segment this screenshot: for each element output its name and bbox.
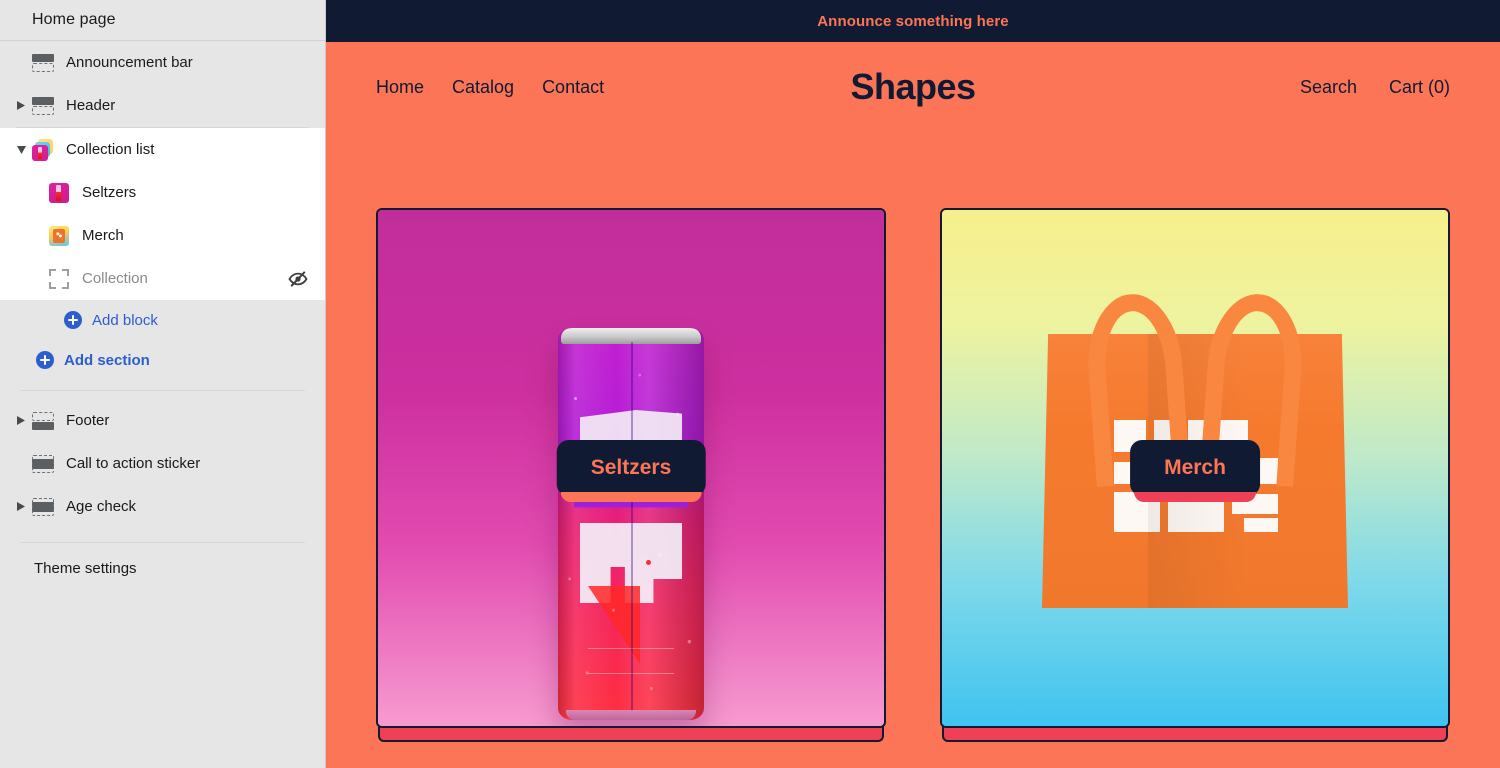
page-title: Home page xyxy=(32,11,116,28)
collection-stack-icon xyxy=(28,138,58,161)
card-label-pill[interactable]: Seltzers xyxy=(556,440,706,496)
chevron-down-icon[interactable] xyxy=(14,145,28,154)
sidebar-item-announcement-bar[interactable]: Announcement bar xyxy=(0,41,325,84)
sidebar-filler xyxy=(0,593,325,768)
card-label-overlay[interactable]: Seltzers xyxy=(556,440,706,502)
sidebar-page-header[interactable]: Home page xyxy=(0,0,325,41)
sidebar-item-collection-list[interactable]: Collection list xyxy=(0,128,325,171)
announcement-bar[interactable]: Announce something here xyxy=(326,0,1500,44)
chevron-right-icon[interactable] xyxy=(14,502,28,511)
sidebar-item-label: Announcement bar xyxy=(66,54,193,71)
sidebar-item-call-to-action-sticker[interactable]: Call to action sticker xyxy=(0,442,325,485)
card-label-pill[interactable]: Merch xyxy=(1130,440,1260,496)
collection-card-seltzers[interactable]: Seltzers xyxy=(376,208,886,742)
section-icon xyxy=(28,53,58,72)
collection-card-merch[interactable]: Merch xyxy=(940,208,1450,742)
card-label-overlay[interactable]: Merch xyxy=(1130,440,1260,502)
seltzer-can-illustration xyxy=(558,328,704,720)
frame-icon xyxy=(44,268,74,289)
cart-link[interactable]: Cart (0) xyxy=(1389,77,1450,98)
theme-settings-label: Theme settings xyxy=(34,559,137,577)
add-section-button[interactable]: Add section xyxy=(0,340,325,380)
card-label-pill-shadow xyxy=(1134,492,1256,502)
chevron-right-icon[interactable] xyxy=(14,101,28,110)
section-icon xyxy=(28,454,58,473)
plus-circle-icon xyxy=(64,311,82,329)
sidebar-top-sections: Announcement bar Header xyxy=(0,41,325,127)
theme-sections-sidebar: Home page Announcement bar Header Collec… xyxy=(0,0,326,768)
sidebar-item-footer[interactable]: Footer xyxy=(0,399,325,442)
card-label-text: Seltzers xyxy=(590,456,672,479)
announcement-text: Announce something here xyxy=(817,12,1009,30)
search-link[interactable]: Search xyxy=(1300,77,1357,98)
sidebar-item-label: Footer xyxy=(66,412,110,429)
utility-navigation: Search Cart (0) xyxy=(1300,77,1450,98)
nav-link-contact[interactable]: Contact xyxy=(542,77,604,98)
storefront-preview: Announce something here Home Catalog Con… xyxy=(326,0,1500,768)
sidebar-item-label: Header xyxy=(66,97,116,114)
sidebar-block-label: Merch xyxy=(82,227,124,244)
sidebar-block-collection[interactable]: Collection xyxy=(0,257,325,300)
sidebar-collection-list-group: Collection list Seltzers Merch Collectio… xyxy=(0,128,325,300)
chevron-right-icon[interactable] xyxy=(14,416,28,425)
collection-list-grid: Seltzers Merch xyxy=(326,130,1500,768)
sidebar-item-label: Call to action sticker xyxy=(66,455,201,472)
sidebar-block-label: Seltzers xyxy=(82,184,137,201)
sidebar-block-merch[interactable]: Merch xyxy=(0,214,325,257)
plus-circle-icon xyxy=(36,351,54,369)
add-block-button[interactable]: Add block xyxy=(0,300,325,340)
sidebar-item-age-check[interactable]: Age check xyxy=(0,485,325,528)
sidebar-lower-sections: Footer Call to action sticker Age check xyxy=(0,391,325,528)
merch-thumbnail-icon xyxy=(44,225,74,246)
theme-settings-button[interactable]: Theme settings xyxy=(0,543,325,593)
seltzers-thumbnail-icon xyxy=(44,182,74,203)
section-icon xyxy=(28,411,58,430)
primary-navigation: Home Catalog Contact xyxy=(376,77,604,98)
theme-editor-app: Home page Announcement bar Header Collec… xyxy=(0,0,1500,768)
sidebar-item-label: Age check xyxy=(66,498,137,515)
add-section-label: Add section xyxy=(64,351,150,369)
storefront-header: Home Catalog Contact Shapes Search Cart … xyxy=(326,44,1500,130)
add-block-label: Add block xyxy=(92,311,158,329)
nav-link-catalog[interactable]: Catalog xyxy=(452,77,514,98)
section-icon xyxy=(28,96,58,115)
sidebar-block-seltzers[interactable]: Seltzers xyxy=(0,171,325,214)
eye-off-icon[interactable] xyxy=(287,270,309,288)
card-label-pill-shadow xyxy=(560,492,702,502)
sidebar-item-label: Collection list xyxy=(66,141,155,158)
sidebar-item-header[interactable]: Header xyxy=(0,84,325,127)
section-icon xyxy=(28,497,58,516)
nav-link-home[interactable]: Home xyxy=(376,77,424,98)
sidebar-block-label: Collection xyxy=(82,270,148,287)
card-label-text: Merch xyxy=(1164,456,1226,479)
